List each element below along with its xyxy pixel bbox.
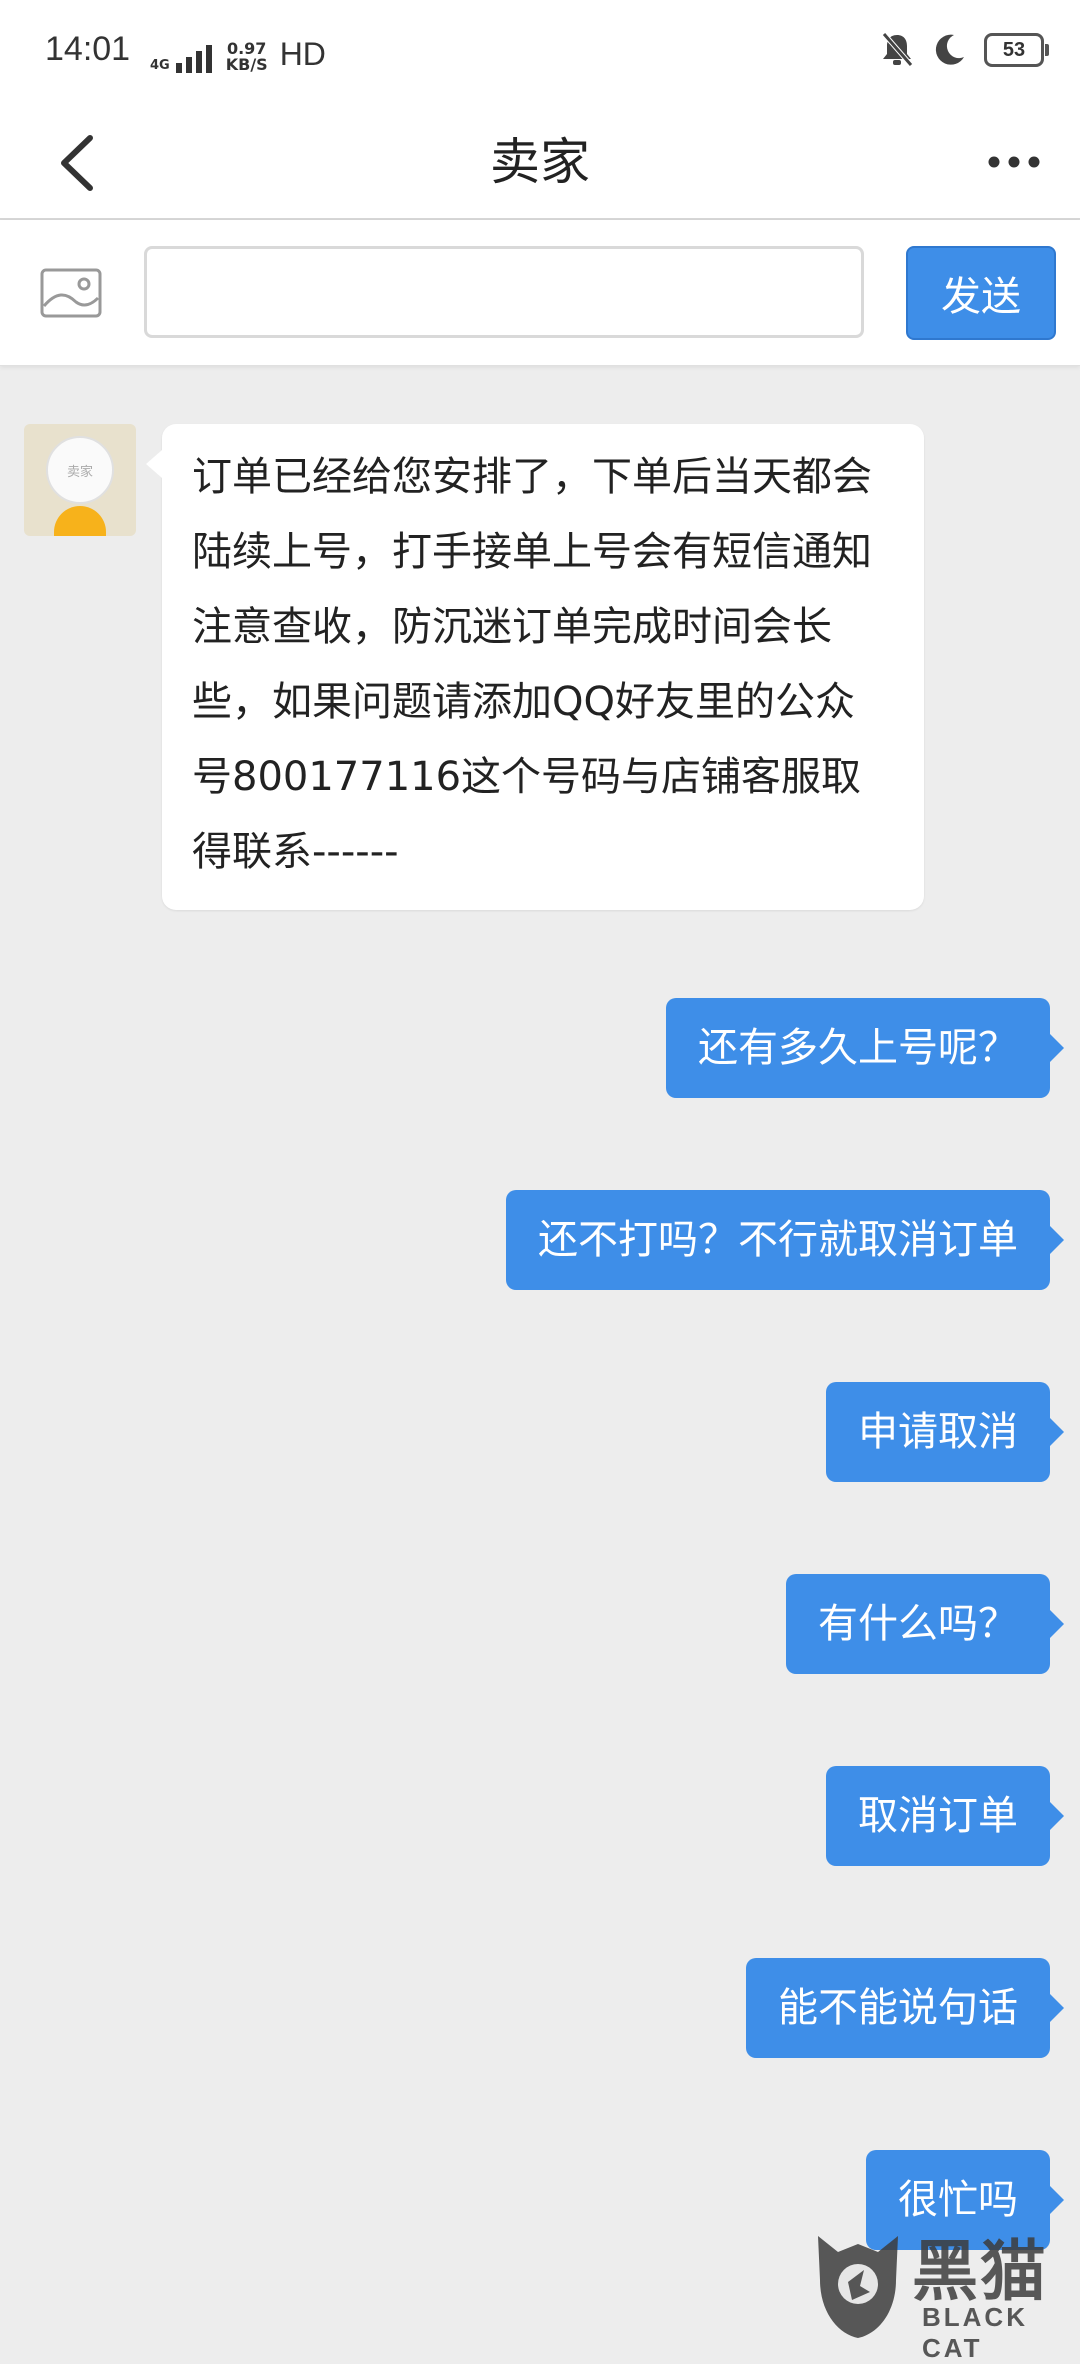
message-input[interactable] <box>144 246 864 338</box>
status-icons: 53 <box>880 32 1049 68</box>
network-indicator: 4G 0.97 KB/S HD <box>150 36 326 73</box>
speed-unit: KB/S <box>225 55 268 74</box>
network-speed: 0.97 KB/S <box>226 41 268 73</box>
network-type: 4G <box>150 58 170 73</box>
send-button[interactable]: 发送 <box>906 246 1056 340</box>
outgoing-message: 取消订单 <box>826 1766 1064 1866</box>
nav-bar: 卖家 <box>0 108 1080 220</box>
blackcat-logo-icon <box>818 2236 898 2338</box>
outgoing-message: 还不打吗？不行就取消订单 <box>506 1190 1064 1290</box>
more-options-icon[interactable] <box>984 142 1044 182</box>
moon-icon <box>935 34 964 65</box>
avatar-label: 卖家 <box>66 464 93 480</box>
outgoing-message: 申请取消 <box>826 1382 1064 1482</box>
incoming-message: 订单已经给您安排了，下单后当天都会陆续上号，打手接单上号会有短信通知注意查收，防… <box>146 424 924 910</box>
outgoing-message: 还有多久上号呢？ <box>666 998 1064 1098</box>
outgoing-message: 能不能说句话 <box>746 1958 1064 2058</box>
image-picker-icon[interactable] <box>40 268 102 318</box>
data-arrows-icon: 4G <box>150 59 170 73</box>
avatar-body <box>54 506 106 536</box>
hd-indicator: HD <box>279 36 326 72</box>
seller-avatar[interactable]: 卖家 <box>24 424 136 536</box>
status-bar: 14:01 4G 0.97 KB/S HD 53 <box>0 0 1080 108</box>
blackcat-watermark: 黑猫 BLACK CAT <box>808 2222 1080 2363</box>
mute-bell-icon <box>882 32 913 67</box>
watermark-cn: 黑猫 <box>912 2233 1048 2310</box>
chat-area[interactable]: 卖家 订单已经给您安排了，下单后当天都会陆续上号，打手接单上号会有短信通知注意查… <box>0 366 1080 2340</box>
battery-icon: 53 <box>984 33 1049 67</box>
page-title: 卖家 <box>490 133 590 191</box>
signal-icon <box>175 43 212 73</box>
outgoing-message: 有什么吗？ <box>786 1574 1064 1674</box>
avatar-face: 卖家 <box>46 436 114 504</box>
status-time: 14:01 <box>45 30 131 68</box>
watermark-en: BLACK CAT <box>922 2302 1028 2363</box>
